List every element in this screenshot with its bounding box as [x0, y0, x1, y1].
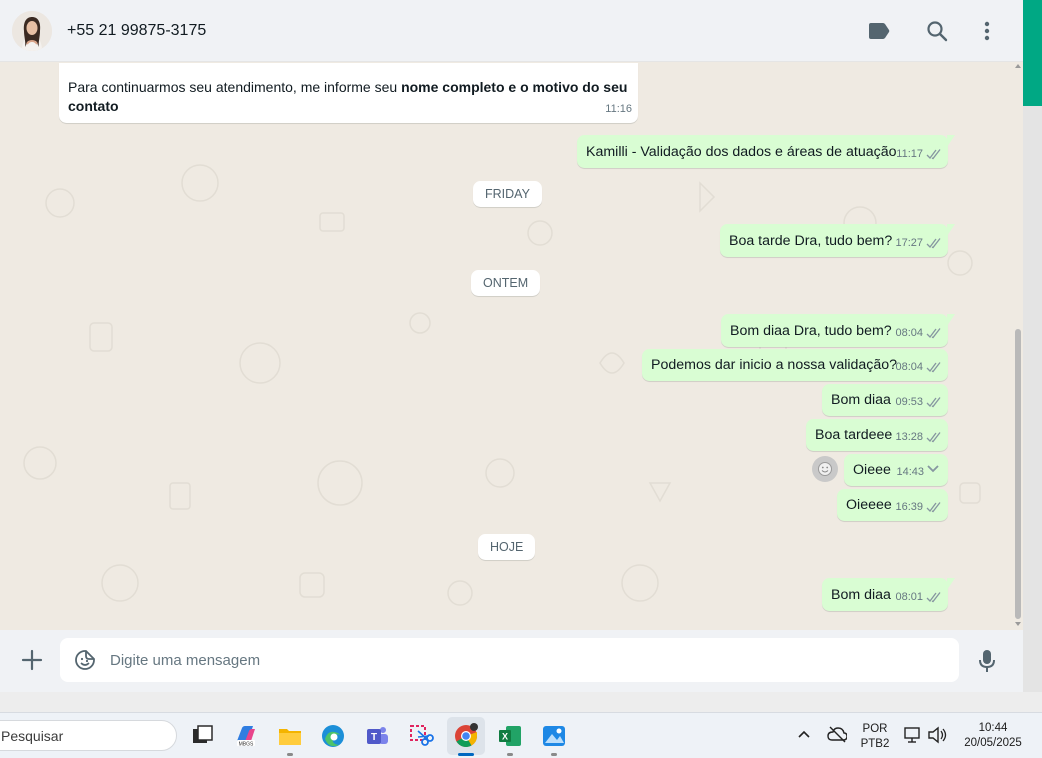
message-input-box[interactable] [60, 638, 959, 682]
message-bubble-outgoing[interactable]: Bom diaa Dra, tudo bem? 08:04 [721, 314, 955, 347]
volume-icon[interactable] [927, 726, 947, 744]
task-view-icon[interactable] [190, 723, 216, 749]
message-input[interactable] [110, 638, 940, 682]
message-meta: 08:04 [895, 358, 942, 377]
message-meta: 11:17 [896, 145, 942, 164]
svg-text:MBGS: MBGS [239, 742, 254, 748]
read-ticks-icon [926, 149, 941, 160]
message-bubble-outgoing[interactable]: Boa tardeee 13:28 [806, 419, 948, 451]
sticker-emoji-icon[interactable] [74, 649, 96, 671]
chevron-up-icon[interactable] [797, 729, 811, 739]
contact-name[interactable]: +55 21 99875-3175 [67, 22, 206, 40]
chat-scrollbar[interactable] [1015, 63, 1021, 630]
message-text: Bom diaa [831, 587, 891, 603]
excel-icon[interactable]: X [497, 723, 523, 749]
message-bubble-outgoing[interactable]: Podemos dar inicio a nossa validação? 08… [642, 349, 948, 381]
input-language-indicator[interactable]: POR PTB2 [860, 722, 890, 752]
kebab-menu-icon[interactable] [974, 18, 1000, 44]
clock-time: 10:44 [978, 722, 1008, 734]
message-bubble-outgoing[interactable]: Oieee 14:43 [844, 454, 948, 486]
message-bubble-outgoing[interactable]: Bom diaa 09:53 [822, 384, 948, 416]
read-ticks-icon [926, 432, 941, 443]
read-ticks-icon [926, 397, 941, 408]
message-meta: 17:27 [895, 234, 942, 253]
avatar[interactable] [12, 11, 52, 51]
chevron-down-icon[interactable] [926, 464, 940, 474]
taskbar-search[interactable]: Pesquisar [0, 720, 177, 751]
message-text: Podemos dar inicio a nossa validação? [651, 357, 898, 373]
message-meta: 14:43 [896, 466, 924, 478]
reaction-button[interactable] [812, 456, 838, 482]
edge-icon[interactable] [320, 723, 346, 749]
onedrive-offline-icon[interactable] [827, 725, 847, 743]
message-pane: Para continuarmos seu atendimento, me in… [0, 63, 1023, 630]
message-bubble-incoming[interactable]: Para continuarmos seu atendimento, me in… [59, 63, 638, 123]
message-meta: 08:04 [895, 324, 942, 343]
message-text: Bom diaa Dra, tudo bem? [730, 323, 892, 339]
message-text: Oieeee [846, 497, 892, 513]
message-meta: 13:28 [895, 428, 942, 447]
photos-icon[interactable] [541, 723, 567, 749]
svg-text:T: T [371, 732, 377, 743]
taskbar-search-label: Pesquisar [1, 728, 64, 744]
scroll-down-arrow-icon[interactable] [1015, 622, 1021, 626]
bubble-tail [947, 224, 955, 236]
lang-line-1: POR [862, 723, 888, 735]
message-meta: 09:53 [895, 393, 942, 412]
clock-date: 20/05/2025 [964, 737, 1022, 749]
chrome-icon[interactable] [453, 723, 479, 749]
svg-text:X: X [502, 732, 508, 742]
bubble-tail [947, 135, 955, 147]
snipping-tool-icon[interactable] [408, 723, 434, 749]
running-indicator [287, 753, 293, 756]
copilot-icon[interactable]: MBGS [233, 723, 259, 749]
attach-plus-icon[interactable] [20, 648, 44, 672]
message-meta: 08:01 [895, 588, 942, 607]
emoji-smile-icon [818, 462, 832, 476]
running-indicator-active [458, 753, 474, 756]
lang-line-2: PTB2 [860, 738, 890, 750]
running-indicator [551, 753, 557, 756]
message-text: Boa tarde Dra, tudo bem? [729, 233, 893, 249]
network-icon[interactable] [903, 726, 923, 744]
scroll-thumb[interactable] [1015, 329, 1021, 619]
scroll-up-arrow-icon[interactable] [1015, 64, 1021, 68]
message-composer [0, 630, 1023, 692]
message-text: Oieee [853, 462, 891, 478]
search-icon[interactable] [924, 18, 950, 44]
message-bubble-outgoing[interactable]: Kamilli - Validação dos dados e áreas de… [577, 135, 955, 168]
date-separator: FRIDAY [473, 181, 542, 207]
message-text: Bom diaa [831, 392, 891, 408]
message-meta: 11:16 [605, 103, 632, 115]
microphone-icon[interactable] [976, 648, 998, 674]
windows-taskbar: Pesquisar MBGS T X POR PTB2 10:44 20/05/20… [0, 712, 1042, 758]
message-bubble-outgoing[interactable]: Oieeee 16:39 [837, 489, 948, 521]
message-text: Para continuarmos seu atendimento, me in… [68, 79, 628, 95]
read-ticks-icon [926, 328, 941, 339]
date-separator: HOJE [478, 534, 536, 560]
read-ticks-icon [926, 592, 941, 603]
whatsapp-window: +55 21 99875-3175 Para continuarmos seu … [0, 0, 1023, 692]
running-indicator [507, 753, 513, 756]
teams-icon[interactable]: T [364, 723, 390, 749]
message-text: Kamilli - Validação dos dados e áreas de… [586, 144, 897, 160]
file-explorer-icon[interactable] [277, 723, 303, 749]
message-text: Boa tardeee [815, 427, 893, 443]
message-bubble-outgoing[interactable]: Boa tarde Dra, tudo bem? 17:27 [720, 224, 955, 257]
avatar-photo-icon [12, 11, 52, 51]
bubble-tail [947, 314, 955, 326]
accent-tab [1023, 0, 1042, 106]
date-separator: ONTEM [471, 270, 541, 296]
window-bottom-gap [0, 692, 1042, 712]
message-meta: 16:39 [895, 498, 942, 517]
read-ticks-icon [926, 362, 941, 373]
label-icon[interactable] [866, 18, 892, 44]
chat-header: +55 21 99875-3175 [0, 0, 1023, 62]
message-text-line2: contato [68, 98, 119, 114]
system-clock[interactable]: 10:44 20/05/2025 [958, 721, 1028, 751]
read-ticks-icon [926, 502, 941, 513]
message-bubble-outgoing[interactable]: Bom diaa 08:01 [822, 578, 955, 611]
read-ticks-icon [926, 238, 941, 249]
bubble-tail [947, 578, 955, 590]
